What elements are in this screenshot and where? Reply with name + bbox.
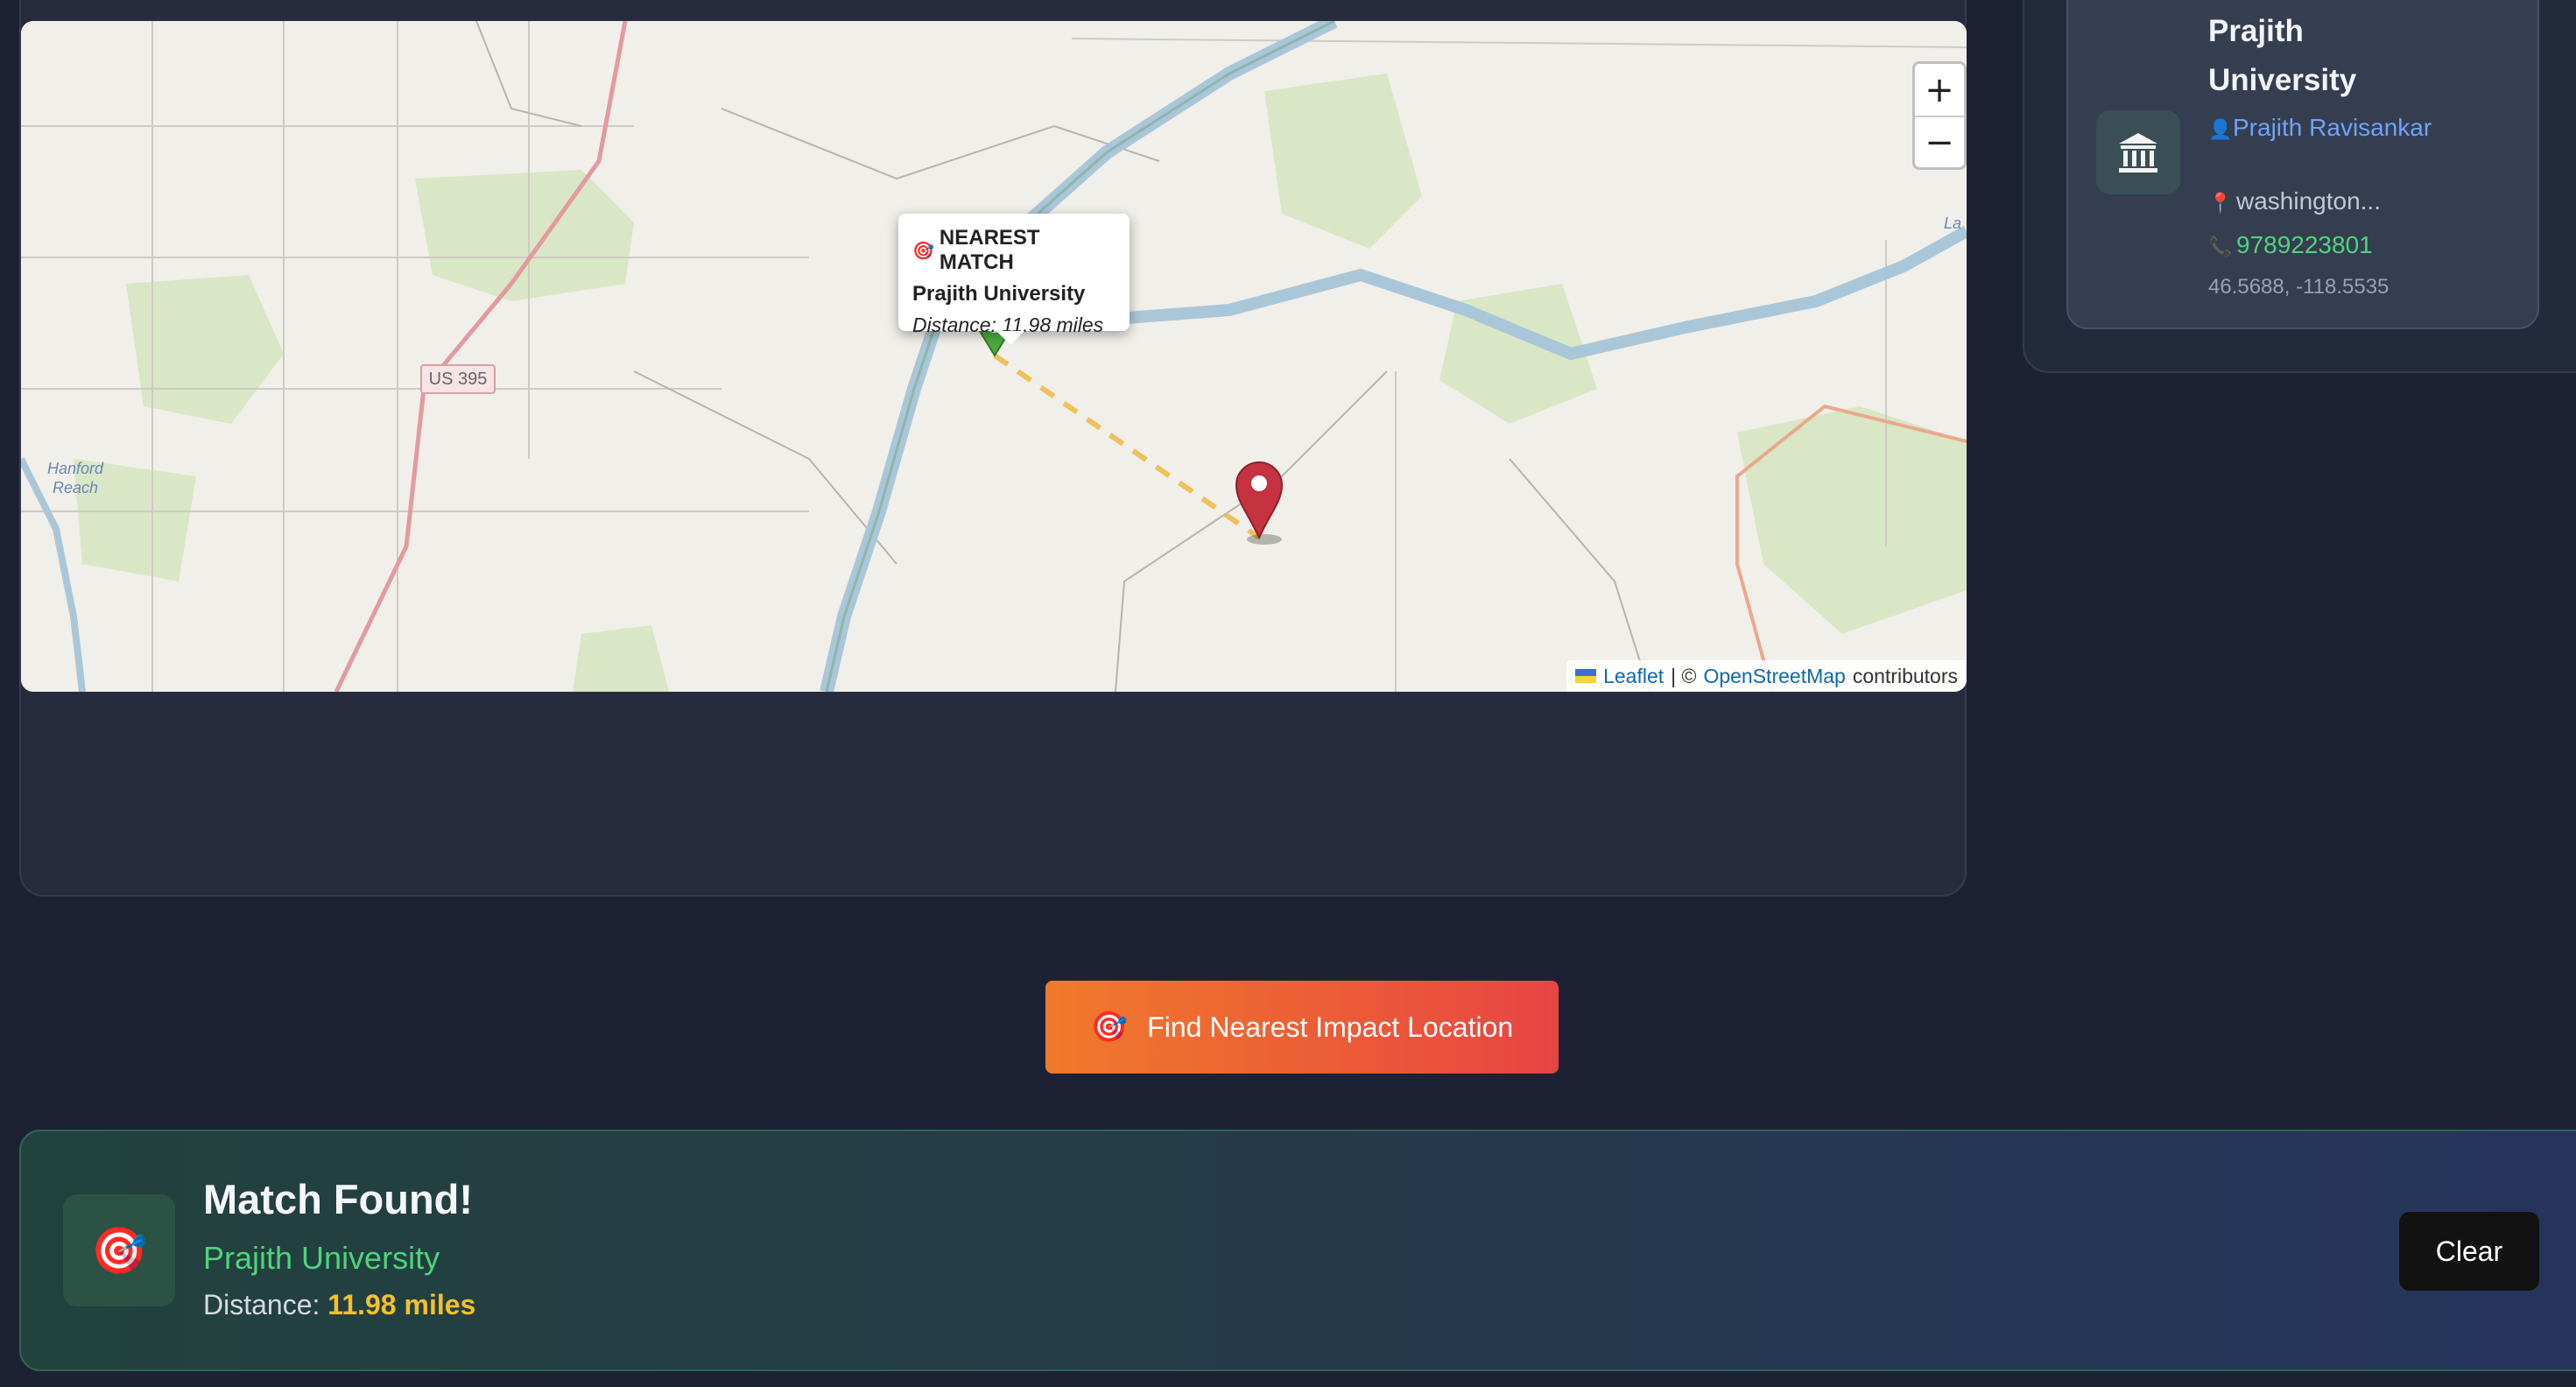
openstreetmap-link[interactable]: OpenStreetMap (1703, 665, 1845, 688)
find-nearest-label: Find Nearest Impact Location (1147, 1010, 1514, 1043)
road-shield-label: US 395 (420, 364, 496, 394)
map[interactable]: US 395 Hanford Reach La 🎯 NEAREST MATCH … (21, 21, 1967, 692)
address-text: washington... (2236, 187, 2381, 215)
zoom-control: + − (1912, 61, 1967, 170)
match-name: Prajith University (203, 1240, 440, 1276)
target-dart-icon: 🎯 (912, 241, 934, 261)
popup-header: 🎯 NEAREST MATCH (912, 226, 1116, 275)
phone-number: 9789223801 (2236, 231, 2373, 258)
place-label: Hanford Reach (47, 460, 104, 496)
nearest-match-popup[interactable]: 🎯 NEAREST MATCH Prajith University Dista… (898, 214, 1130, 345)
phone-line[interactable]: 📞 9789223801 (2208, 231, 2373, 259)
popup-distance: Distance: 11.98 miles (912, 313, 1104, 336)
person-icon: 👤 (2208, 118, 2233, 140)
find-nearest-button[interactable]: 🎯 Find Nearest Impact Location (1045, 981, 1559, 1074)
distance-prefix: Distance: (203, 1289, 320, 1320)
museum-icon (2096, 110, 2180, 194)
owner-name: Prajith Ravisankar (2233, 114, 2432, 141)
map-tiles[interactable] (21, 21, 1967, 692)
match-distance: Distance: 11.98 miles (203, 1289, 475, 1321)
attribution-suffix: contributors (1852, 664, 1958, 687)
popup-header-text: NEAREST MATCH (939, 226, 1040, 274)
coordinates: 46.5688, -118.5535 (2208, 275, 2389, 299)
address-line: 📍 washington... (2208, 187, 2381, 215)
owner-link[interactable]: 👤Prajith Ravisankar (2208, 110, 2436, 147)
attribution-separator: | © (1671, 664, 1697, 687)
target-dart-icon: 🎯 (1090, 1010, 1129, 1044)
zoom-out-button[interactable]: − (1915, 116, 1964, 167)
page: US 395 Hanford Reach La 🎯 NEAREST MATCH … (0, 0, 2576, 1387)
leaflet-link[interactable]: Leaflet (1603, 665, 1664, 688)
phone-icon: 📞 (2208, 236, 2233, 257)
location-title: Prajith University (2208, 14, 2357, 97)
target-dart-icon: 🎯 (63, 1194, 175, 1306)
zoom-in-button[interactable]: + (1915, 64, 1964, 116)
popup-name: Prajith University (912, 282, 1086, 306)
clear-button[interactable]: Clear (2399, 1212, 2539, 1291)
ukraine-flag-icon (1575, 669, 1597, 683)
pin-icon: 📍 (2208, 192, 2233, 214)
match-title: Match Found! (203, 1176, 474, 1222)
distance-value: 11.98 miles (327, 1289, 476, 1320)
side-place-label: La (1944, 215, 1962, 232)
map-attribution: Leaflet | © OpenStreetMap contributors (1566, 660, 1967, 692)
